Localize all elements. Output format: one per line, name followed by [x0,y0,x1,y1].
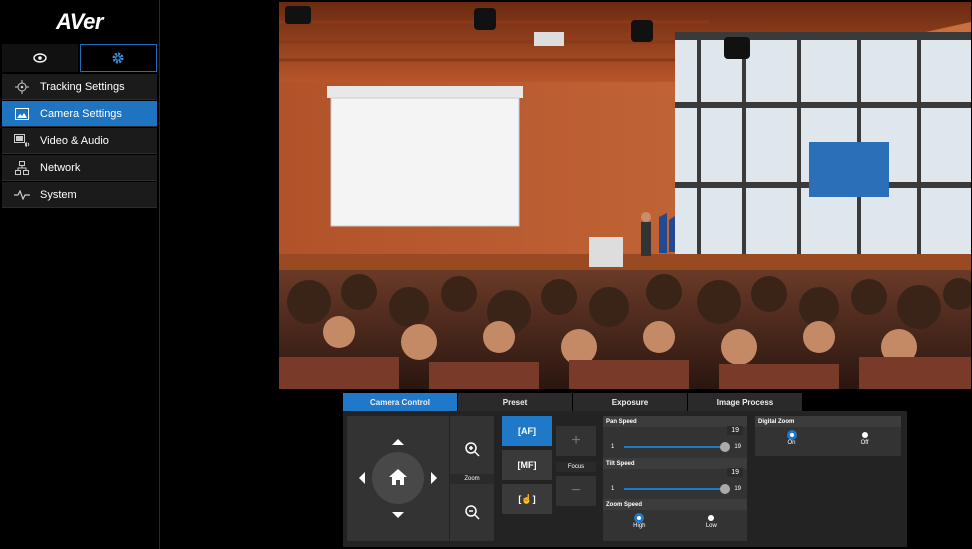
zoom-speed-block: Zoom Speed High Low [603,499,747,541]
focus-near-button[interactable]: + [556,426,596,456]
tilt-up-button[interactable] [392,439,404,445]
pan-speed-label: Pan Speed [603,416,747,427]
settings-tab[interactable] [79,44,157,72]
mode-tabs [2,44,157,72]
digital-zoom-block: Digital Zoom On Off [755,416,901,456]
zoom-control: Zoom [450,416,494,541]
digital-zoom-label: Digital Zoom [755,416,901,427]
sidebar-item-label: System [40,188,77,201]
zoom-speed-high-radio[interactable]: High [633,515,646,529]
gear-icon [112,52,124,64]
tilt-speed-value: 19 [727,468,743,477]
image-icon [12,106,32,122]
live-video-preview [279,2,971,389]
settings-menu: Tracking Settings Camera Settings Video … [0,74,159,208]
zoom-speed-low-radio[interactable]: Low [706,515,717,529]
crosshair-icon [12,79,32,95]
view-tab[interactable] [2,44,78,72]
sidebar-item-label: Tracking Settings [40,80,125,93]
zoom-label: Zoom [450,474,494,484]
zoom-out-button[interactable] [465,505,480,520]
zoom-speed-label: Zoom Speed [603,499,747,510]
video-audio-icon [12,133,32,149]
pan-speed-slider[interactable]: 1 19 [611,442,741,452]
manual-focus-button[interactable]: [MF] [502,450,552,480]
focus-control: [AF] [MF] [☝] + Focus − [500,416,596,514]
sidebar: AVer Tracking Settings Camera Settings V… [0,0,160,549]
settings-tabs: Camera Control Preset Exposure Image Pro… [343,393,913,411]
auto-focus-button[interactable]: [AF] [502,416,552,446]
sidebar-item-video-audio[interactable]: Video & Audio [2,128,157,154]
tilt-down-button[interactable] [392,512,404,518]
digital-zoom-on-radio[interactable]: On [788,432,796,446]
sidebar-item-tracking-settings[interactable]: Tracking Settings [2,74,157,100]
pan-speed-value: 19 [727,426,743,435]
tab-camera-control[interactable]: Camera Control [343,393,457,411]
pulse-icon [12,187,32,203]
tab-image-process[interactable]: Image Process [688,393,802,411]
tab-exposure[interactable]: Exposure [573,393,687,411]
sidebar-item-label: Video & Audio [40,134,109,147]
sidebar-item-label: Network [40,161,81,174]
tilt-speed-label: Tilt Speed [603,458,747,469]
focus-far-button[interactable]: − [556,476,596,506]
sidebar-item-camera-settings[interactable]: Camera Settings [2,101,157,127]
lecture-hall-video-frame [279,2,971,389]
tab-preset[interactable]: Preset [458,393,572,411]
ptz-control [347,416,449,541]
aver-logo: AVer [56,9,103,34]
tilt-speed-slider[interactable]: 1 19 [611,484,741,494]
tilt-speed-block: Tilt Speed 19 1 19 [603,458,747,499]
camera-control-panel: Zoom [AF] [MF] [☝] + Focus − Pan Speed 1… [343,411,907,547]
sidebar-item-network[interactable]: Network [2,155,157,181]
pan-speed-knob[interactable] [720,442,731,452]
pan-left-button[interactable] [359,472,365,484]
eye-icon [33,53,47,63]
digital-zoom-off-radio[interactable]: Off [861,432,868,446]
touch-focus-button[interactable]: [☝] [502,484,552,514]
sidebar-item-label: Camera Settings [40,107,122,120]
tilt-speed-knob[interactable] [720,484,731,494]
network-icon [12,160,32,176]
pan-right-button[interactable] [431,472,437,484]
sidebar-item-system[interactable]: System [2,182,157,208]
zoom-in-button[interactable] [465,442,480,457]
pan-speed-block: Pan Speed 19 1 19 [603,416,747,458]
focus-label: Focus [556,462,596,472]
